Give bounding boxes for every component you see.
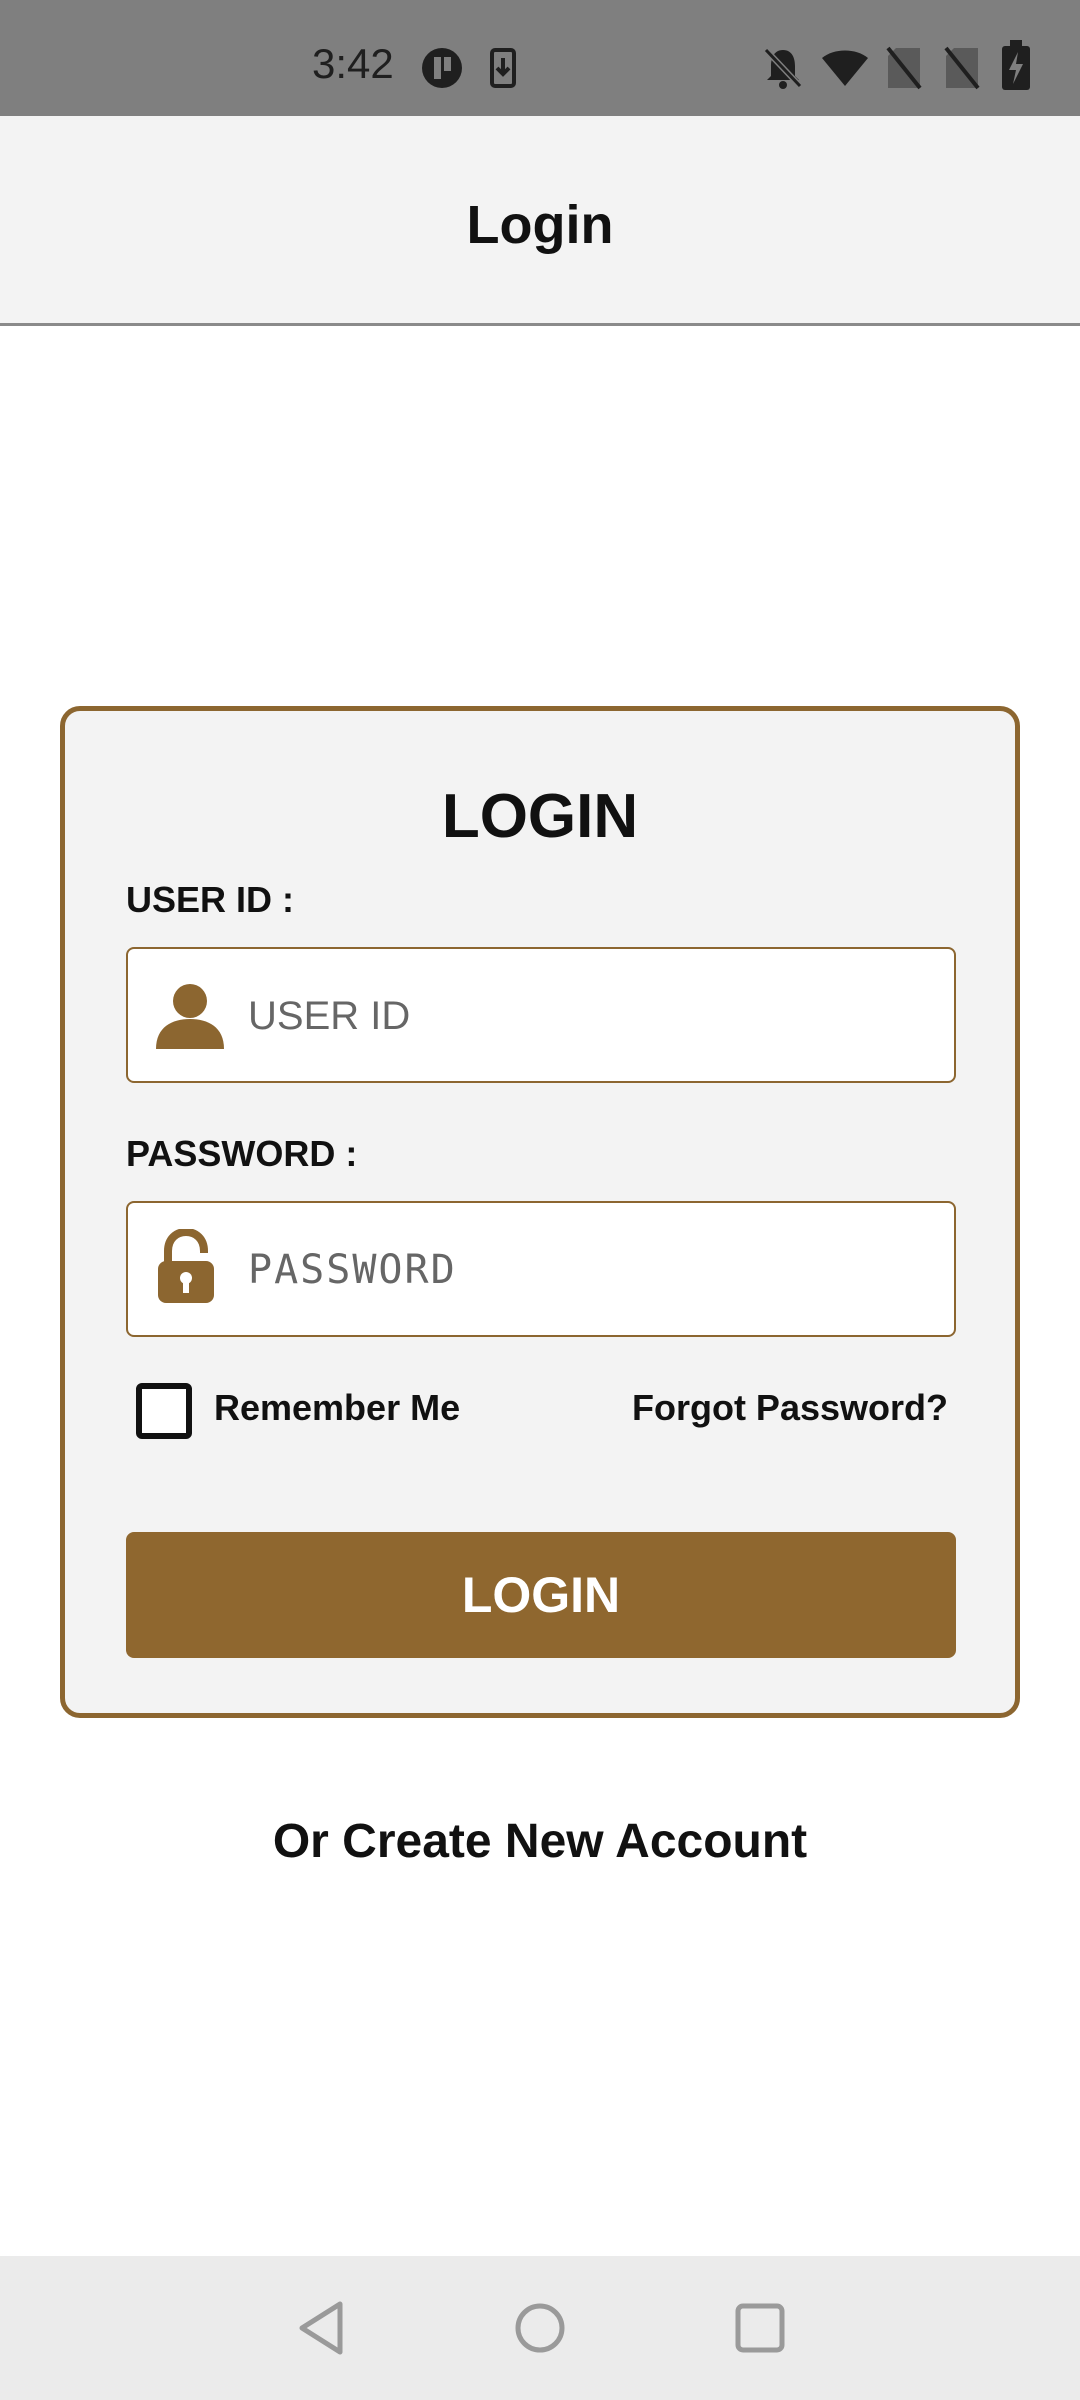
status-bar: 3:42 [0,0,1080,116]
no-sim-icon [886,46,922,90]
remember-me-checkbox[interactable] [136,1383,192,1439]
password-label: PASSWORD : [126,1133,358,1174]
status-time: 3:42 [312,40,394,87]
navigation-bar [0,2256,1080,2400]
login-card: LOGIN USER ID : PASSWORD : Remember Me F… [60,706,1020,1718]
user-id-input[interactable] [246,971,936,1061]
remember-me-label[interactable]: Remember Me [214,1387,460,1429]
app-bar: Login [0,116,1080,326]
wifi-icon [822,50,868,86]
battery-charging-icon [1002,40,1030,90]
remember-row: Remember Me Forgot Password? [126,1375,956,1445]
user-id-field[interactable] [126,947,956,1083]
back-icon[interactable] [296,2300,346,2356]
bell-off-icon [763,47,803,89]
download-icon [490,48,516,88]
page-title: Login [466,195,614,255]
person-icon [156,984,224,1049]
create-account-link[interactable]: Or Create New Account [0,1814,1080,1869]
unlock-icon [158,1229,214,1303]
password-input[interactable] [246,1225,936,1315]
forgot-password-link[interactable]: Forgot Password? [632,1387,948,1429]
login-button[interactable]: LOGIN [126,1532,956,1658]
password-field[interactable] [126,1201,956,1337]
t-app-icon [422,48,462,88]
recents-icon[interactable] [734,2300,786,2356]
no-sim-icon [944,46,980,90]
card-title: LOGIN [441,782,639,851]
home-icon[interactable] [514,2300,566,2356]
user-id-label: USER ID : [126,879,295,920]
